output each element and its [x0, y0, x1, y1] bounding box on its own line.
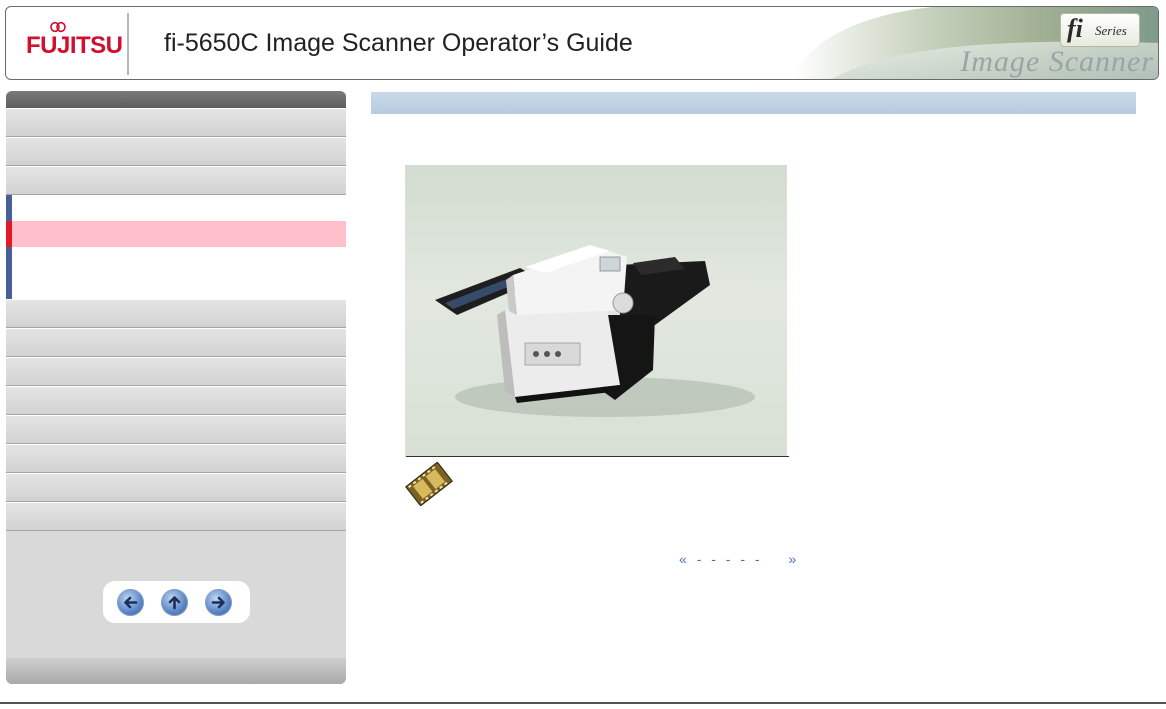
- page-title: fi-5650C Image Scanner Operator’s Guide: [164, 29, 633, 57]
- pager-prev-link[interactable]: «: [679, 551, 687, 567]
- footer-divider: [0, 702, 1166, 704]
- page-pager: « - - - - - »: [679, 551, 796, 567]
- movie-icon: [405, 461, 453, 507]
- left-arrow-icon: [124, 596, 138, 609]
- page-nav-buttons: [103, 581, 250, 623]
- sidebar-item[interactable]: [6, 357, 346, 386]
- sidebar-subitem[interactable]: [6, 247, 346, 299]
- sidebar-item[interactable]: [6, 299, 346, 328]
- sidebar-item[interactable]: [6, 328, 346, 357]
- photo-underline: [406, 456, 789, 457]
- sidebar-item[interactable]: [6, 473, 346, 502]
- sidebar-item[interactable]: [6, 386, 346, 415]
- pager-next-link[interactable]: »: [788, 551, 796, 567]
- sidebar-item[interactable]: [6, 108, 346, 137]
- sidebar-bottom-bar: [6, 658, 346, 684]
- previous-page-button[interactable]: [117, 589, 144, 616]
- sidebar-item[interactable]: [6, 166, 346, 195]
- sidebar-item[interactable]: [6, 137, 346, 166]
- sidebar-subitem[interactable]: [6, 195, 346, 221]
- fi-series-banner: Image Scanner fi Series: [772, 7, 1158, 79]
- next-page-button[interactable]: [205, 589, 232, 616]
- brand-series-text: Series: [1095, 23, 1127, 38]
- logo-text: FUJITSU: [26, 32, 123, 59]
- sidebar-item[interactable]: [6, 415, 346, 444]
- logo-divider: [127, 13, 129, 75]
- brand-script-text: Image Scanner: [960, 45, 1154, 78]
- sidebar-top-bar: [6, 91, 346, 108]
- sidebar-item[interactable]: [6, 444, 346, 473]
- right-arrow-icon: [211, 596, 225, 609]
- fujitsu-logo: FUJITSU: [6, 7, 128, 79]
- sidebar-item[interactable]: [6, 502, 346, 531]
- sidebar-subitem-active[interactable]: [6, 221, 346, 247]
- scanner-photo: [405, 165, 787, 457]
- section-heading-bar: [371, 92, 1136, 114]
- top-page-button[interactable]: [161, 589, 188, 616]
- sidebar-nav: [6, 91, 346, 684]
- up-arrow-icon: [168, 596, 181, 610]
- scanner-image: [435, 245, 755, 417]
- pager-dashes: - - - - -: [696, 551, 763, 567]
- film-strip-icon[interactable]: [405, 461, 453, 507]
- fi-series-logo: fi Series: [1060, 13, 1140, 47]
- header-banner: FUJITSU fi-5650C Image Scanner Operator’…: [5, 6, 1159, 80]
- brand-fi-text: fi: [1067, 14, 1083, 43]
